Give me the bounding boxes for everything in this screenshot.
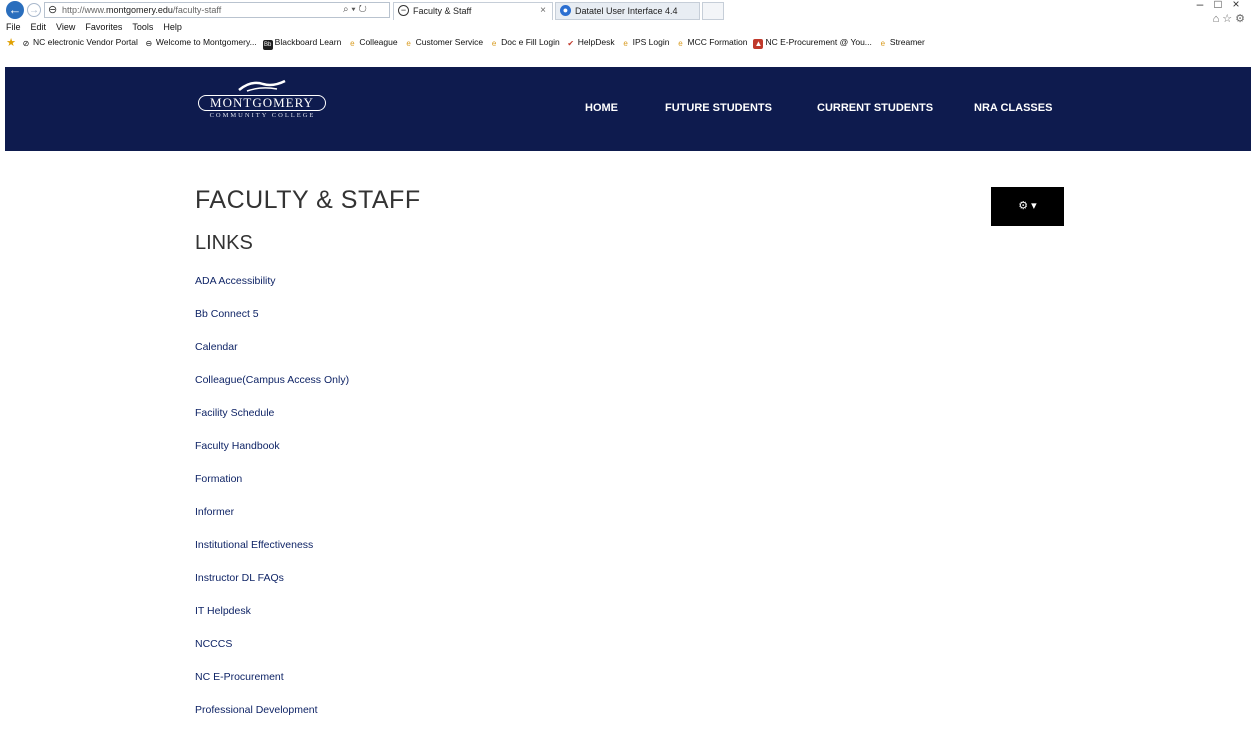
link-formation[interactable]: Formation [195, 473, 349, 506]
browser-toolbar: ← → ⊖ http://www.montgomery.edu/faculty-… [0, 0, 1251, 25]
tab-datatel[interactable]: ● Datatel User Interface 4.4 [555, 2, 700, 20]
menu-edit[interactable]: Edit [31, 20, 47, 34]
favorite-item[interactable]: Bb Blackboard Learn [262, 35, 341, 50]
tab-faculty-staff[interactable]: − Faculty & Staff × [393, 2, 553, 20]
nav-home[interactable]: HOME [585, 102, 618, 114]
globe-icon: − [398, 5, 409, 16]
site-header: MONTGOMERY COMMUNITY COLLEGE HOME FUTURE… [5, 67, 1251, 151]
favorite-item[interactable]: e MCC Formation [675, 35, 747, 50]
page-title: FACULTY & STAFF [195, 186, 421, 214]
ie-page-icon: e [623, 39, 628, 48]
favorite-item[interactable]: ▲ NC E-Procurement @ You... [753, 35, 872, 50]
logo-name: MONTGOMERY [198, 95, 326, 111]
page-globe-icon: ⊖ [48, 4, 58, 16]
nav-future-students[interactable]: FUTURE STUDENTS [665, 102, 772, 114]
back-arrow-icon[interactable]: ← [6, 1, 24, 19]
close-window-button[interactable]: × [1227, 0, 1245, 11]
blocked-icon: ⊘ [22, 39, 30, 48]
ie-page-icon: e [491, 39, 497, 48]
datatel-icon: ● [560, 5, 571, 16]
favorite-item[interactable]: e Colleague [347, 35, 398, 50]
address-bar[interactable]: ⊖ http://www.montgomery.edu/faculty-staf… [44, 2, 390, 18]
mountain-icon: ▲ [753, 39, 764, 49]
menu-help[interactable]: Help [163, 20, 182, 34]
link-informer[interactable]: Informer [195, 506, 349, 539]
favorite-item[interactable]: ⊖ Welcome to Montgomery... [144, 35, 257, 50]
forward-arrow-icon[interactable]: → [27, 3, 41, 17]
link-bb-connect[interactable]: Bb Connect 5 [195, 308, 349, 341]
link-calendar[interactable]: Calendar [195, 341, 349, 374]
ie-page-icon: e [406, 39, 411, 48]
link-faculty-handbook[interactable]: Faculty Handbook [195, 440, 349, 473]
logo-subtitle: COMMUNITY COLLEGE [209, 112, 316, 119]
link-institutional-effectiveness[interactable]: Institutional Effectiveness [195, 539, 349, 572]
nav-current-students[interactable]: CURRENT STUDENTS [817, 102, 933, 114]
link-colleague[interactable]: Colleague(Campus Access Only) [195, 374, 349, 407]
link-nc-e-procurement[interactable]: NC E-Procurement [195, 671, 349, 704]
favorite-item[interactable]: e Streamer [878, 35, 925, 50]
link-ada-accessibility[interactable]: ADA Accessibility [195, 275, 349, 308]
link-instructor-dl-faqs[interactable]: Instructor DL FAQs [195, 572, 349, 605]
address-url: http://www.montgomery.edu/faculty-staff [62, 5, 222, 15]
links-list: ADA Accessibility Bb Connect 5 Calendar … [195, 275, 349, 737]
link-it-helpdesk[interactable]: IT Helpdesk [195, 605, 349, 638]
link-professional-development[interactable]: Professional Development [195, 704, 349, 737]
globe-icon: ⊖ [145, 39, 153, 48]
menu-tools[interactable]: Tools [132, 20, 153, 34]
college-logo[interactable]: MONTGOMERY COMMUNITY COLLEGE [195, 75, 330, 123]
link-ncccs[interactable]: NCCCS [195, 638, 349, 671]
gear-dropdown-button[interactable]: ⚙ ▾ [991, 187, 1064, 226]
nav-nra-classes[interactable]: NRA CLASSES [974, 102, 1052, 114]
window-controls: – □ × [1191, 0, 1245, 11]
ie-page-icon: e [678, 39, 683, 48]
favorite-item[interactable]: ✔ HelpDesk [566, 35, 614, 50]
browser-menu-bar: File Edit View Favorites Tools Help [0, 20, 1251, 34]
links-heading: LINKS [195, 232, 253, 254]
favorite-item[interactable]: e IPS Login [621, 35, 669, 50]
mountain-logo-icon [238, 79, 286, 92]
tab-close-icon[interactable]: × [540, 5, 546, 16]
favorite-item[interactable]: e Customer Service [404, 35, 483, 50]
new-tab-button[interactable] [702, 2, 724, 20]
favorite-item[interactable]: ⊘ NC electronic Vendor Portal [21, 35, 138, 50]
ie-page-icon: e [350, 39, 355, 48]
menu-favorites[interactable]: Favorites [85, 20, 122, 34]
menu-view[interactable]: View [56, 20, 75, 34]
favorite-item[interactable]: e Doc e Fill Login [489, 35, 560, 50]
link-facility-schedule[interactable]: Facility Schedule [195, 407, 349, 440]
checkmark-icon: ✔ [567, 39, 575, 48]
blackboard-icon: Bb [262, 40, 273, 50]
maximize-button[interactable]: □ [1209, 0, 1227, 11]
menu-file[interactable]: File [6, 20, 21, 34]
ie-page-icon: e [880, 39, 886, 48]
search-refresh-icons[interactable]: ⌕ ▾ ↻ [343, 4, 367, 15]
minimize-button[interactable]: – [1191, 0, 1209, 11]
favorites-star-icon[interactable]: ★ [6, 35, 18, 50]
favorites-bar: ★ ⊘ NC electronic Vendor Portal ⊖ Welcome to… [0, 35, 1251, 50]
